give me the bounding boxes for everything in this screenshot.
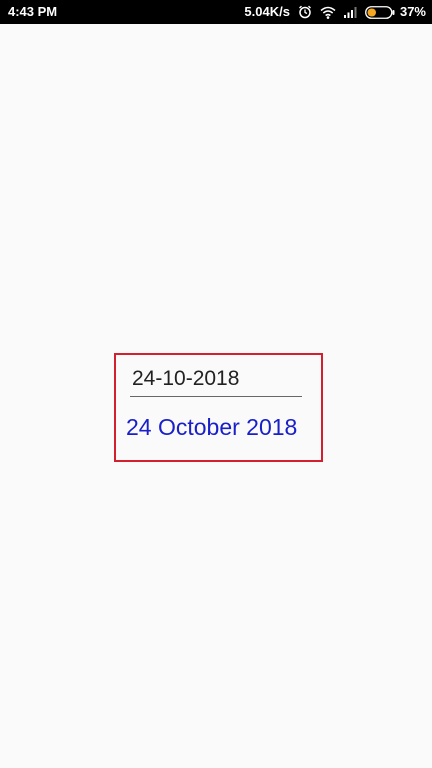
date-container: 24 October 2018 — [114, 353, 323, 462]
date-input[interactable] — [130, 365, 302, 397]
signal-icon — [343, 6, 357, 18]
status-icons: 5.04K/s 37% — [244, 0, 426, 24]
status-time: 4:43 PM — [8, 4, 58, 19]
battery-percent: 37% — [399, 4, 426, 19]
formatted-date-text: 24 October 2018 — [126, 414, 298, 440]
network-speed: 5.04K/s — [244, 4, 290, 19]
status-bar: 4:43 PM 5.04K/s 37% — [0, 0, 432, 24]
battery-icon — [365, 5, 395, 19]
wifi-icon — [320, 6, 336, 19]
alarm-icon — [298, 5, 312, 19]
